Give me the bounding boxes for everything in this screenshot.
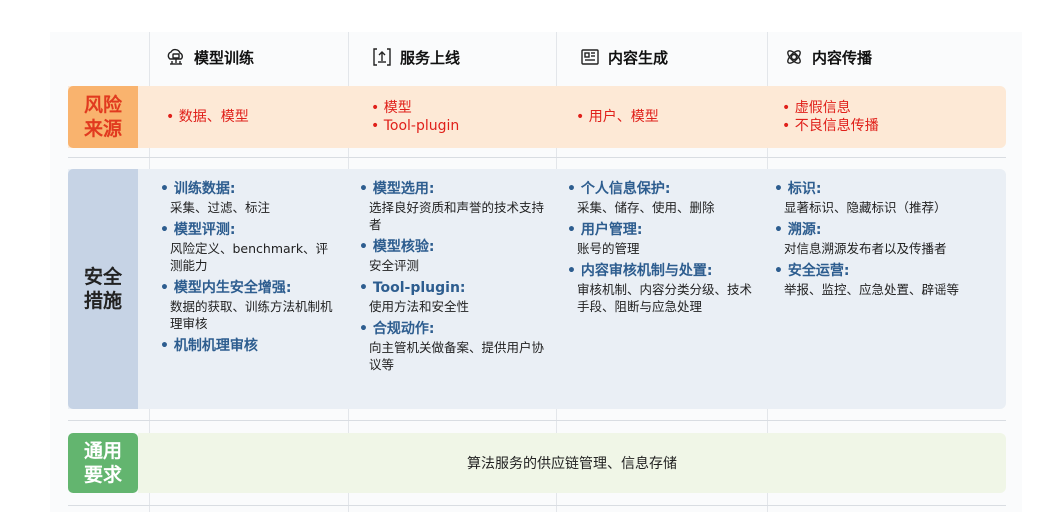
column-title: 内容传播 — [812, 48, 873, 67]
upload-icon — [372, 47, 392, 67]
list-item: • Tool-plugin: 使用方法和安全性 — [359, 279, 547, 315]
header-content-generation: 内容生成 — [580, 32, 668, 82]
list-item: • 模型评测: 风险定义、benchmark、评测能力 — [160, 221, 340, 274]
item-title: • 标识: — [774, 181, 822, 197]
item-desc: 数据的获取、训练方法机制机理审核 — [170, 299, 333, 331]
risk-cell-model-training: • 数据、模型 — [166, 86, 249, 148]
list-item: • 安全运营: 举报、监控、应急处置、辟谣等 — [774, 262, 1000, 298]
list-item: • 标识: 显著标识、隐藏标识（推荐） — [774, 180, 1000, 216]
list-item: • 机制机理审核 — [160, 337, 340, 356]
list-item: • 溯源: 对信息溯源发布者以及传播者 — [774, 221, 1000, 257]
risk-cell-content-generation: • 用户、模型 — [576, 86, 659, 148]
item-title: • 用户管理: — [567, 222, 643, 238]
item-desc: 对信息溯源发布者以及传播者 — [784, 241, 947, 256]
security-cell-content-spread: • 标识: 显著标识、隐藏标识（推荐） • 溯源: 对信息溯源发布者以及传播者 … — [774, 180, 1000, 303]
security-cell-content-generation: • 个人信息保护: 采集、储存、使用、删除 • 用户管理: 账号的管理 • 内容… — [567, 180, 757, 320]
item-title: • 训练数据: — [160, 181, 236, 197]
list-item: • 模型核验: 安全评测 — [359, 238, 547, 274]
item-title: • 溯源: — [774, 222, 822, 238]
list-item: • 模型内生安全增强: 数据的获取、训练方法机制机理审核 — [160, 279, 340, 332]
risk-cell-content-spread: • 虚假信息 • 不良信息传播 — [782, 86, 879, 148]
security-cell-service-launch: • 模型选用: 选择良好资质和声誉的技术支持者 • 模型核验: 安全评测 • T… — [359, 180, 547, 378]
header-service-launch: 服务上线 — [372, 32, 460, 82]
item-title: • 安全运营: — [774, 263, 850, 279]
row-divider — [68, 157, 1006, 158]
item-desc: 使用方法和安全性 — [369, 299, 470, 314]
item-title: • 模型评测: — [160, 222, 236, 238]
column-title: 模型训练 — [194, 48, 255, 67]
item-title: • 合规动作: — [359, 321, 435, 337]
item-title: • 机制机理审核 — [160, 338, 258, 354]
item-title: • 内容审核机制与处置: — [567, 263, 713, 279]
header-content-spread: 内容传播 — [784, 32, 872, 82]
item-title: • 模型选用: — [359, 181, 435, 197]
list-item: • 训练数据: 采集、过滤、标注 — [160, 180, 340, 216]
risk-item: • 不良信息传播 — [782, 118, 879, 134]
item-desc: 账号的管理 — [577, 241, 640, 256]
item-title: • 个人信息保护: — [567, 181, 671, 197]
item-desc: 安全评测 — [369, 258, 420, 273]
row-divider — [68, 420, 1006, 421]
list-item: • 个人信息保护: 采集、储存、使用、删除 — [567, 180, 757, 216]
row-divider — [68, 505, 1006, 506]
risk-item: • 用户、模型 — [576, 109, 659, 125]
item-title: • 模型内生安全增强: — [160, 280, 292, 296]
security-cell-model-training: • 训练数据: 采集、过滤、标注 • 模型评测: 风险定义、benchmark、… — [160, 180, 340, 361]
general-requirements-text: 算法服务的供应链管理、信息存储 — [467, 456, 677, 472]
security-measures-label-text: 安全 措施 — [83, 266, 122, 312]
item-desc: 审核机制、内容分类分级、技术手段、阻断与应急处理 — [577, 282, 753, 314]
risk-source-label-text: 风险 来源 — [83, 94, 122, 140]
security-measures-label: 安全 措施 — [68, 169, 138, 409]
item-title: • 模型核验: — [359, 239, 435, 255]
list-item: • 模型选用: 选择良好资质和声誉的技术支持者 — [359, 180, 547, 233]
risk-item: • 数据、模型 — [166, 109, 249, 125]
item-desc: 风险定义、benchmark、评测能力 — [170, 241, 329, 273]
ai-chip-icon — [166, 47, 186, 67]
item-desc: 采集、储存、使用、删除 — [577, 200, 715, 215]
column-title: 服务上线 — [400, 48, 461, 67]
list-item: • 合规动作: 向主管机关做备案、提供用户协议等 — [359, 320, 547, 373]
item-desc: 选择良好资质和声誉的技术支持者 — [369, 200, 545, 232]
risk-item: • Tool-plugin — [371, 118, 460, 134]
column-title: 内容生成 — [608, 48, 669, 67]
document-icon — [580, 47, 600, 67]
list-item: • 用户管理: 账号的管理 — [567, 221, 757, 257]
risk-cell-service-launch: • 模型 • Tool-plugin — [371, 86, 459, 148]
risk-item: • 模型 — [371, 100, 412, 116]
spread-icon — [784, 47, 804, 67]
header-model-training: 模型训练 — [166, 32, 254, 82]
general-requirements-label: 通用 要求 — [68, 433, 138, 493]
list-item: • 内容审核机制与处置: 审核机制、内容分类分级、技术手段、阻断与应急处理 — [567, 262, 757, 315]
item-desc: 向主管机关做备案、提供用户协议等 — [369, 340, 545, 372]
item-desc: 采集、过滤、标注 — [170, 200, 271, 215]
item-desc: 举报、监控、应急处置、辟谣等 — [784, 282, 960, 297]
risk-source-label: 风险 来源 — [68, 86, 138, 148]
item-title: • Tool-plugin: — [359, 280, 466, 296]
item-desc: 显著标识、隐藏标识（推荐） — [784, 200, 947, 215]
general-requirements-label-text: 通用 要求 — [83, 440, 122, 486]
risk-item: • 虚假信息 — [782, 100, 851, 116]
